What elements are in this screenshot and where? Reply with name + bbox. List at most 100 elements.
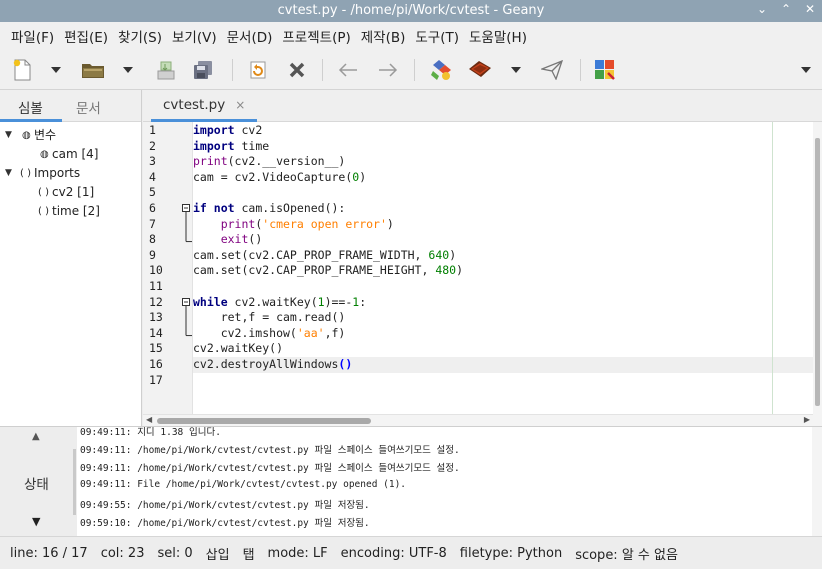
code-line[interactable]: ret,f = cam.read() — [193, 310, 346, 326]
tree-item-cam[interactable]: ◍ cam [4] — [0, 145, 141, 164]
close-window-icon[interactable]: ✕ — [804, 2, 816, 16]
send-icon[interactable] — [538, 58, 566, 82]
tab-status[interactable]: 상태 — [24, 473, 49, 493]
code-token: while — [193, 294, 228, 309]
menu-help[interactable]: 도움말(H) — [464, 26, 532, 46]
code-line[interactable]: cv2.destroyAllWindows() — [193, 357, 352, 373]
code-token: import — [193, 138, 235, 153]
line-number-gutter[interactable]: 1 2 3 4 5 6 7 8 9 10 11 12 13 14 15 16 17 — [143, 122, 193, 414]
minimize-icon[interactable]: ⌄ — [756, 2, 768, 16]
line-number: 3 — [149, 154, 156, 169]
scroll-thumb[interactable] — [815, 138, 820, 406]
code-token: cv2.imshow( — [193, 325, 297, 340]
tree-item-label: cv2 [1] — [52, 185, 95, 199]
maximize-icon[interactable]: ⌃ — [780, 2, 792, 16]
tab-scroll-up-icon[interactable]: ▲ — [32, 431, 40, 442]
code-token: not — [213, 201, 235, 215]
import-icon: ( ) — [38, 187, 49, 198]
messages-scrollbar[interactable] — [812, 427, 822, 537]
code-token: )==- — [324, 294, 353, 309]
line-number: 10 — [149, 263, 163, 278]
code-line[interactable]: cam.set(cv2.CAP_PROP_FRAME_WIDTH, 640) — [193, 248, 456, 264]
message-line[interactable]: 09:49:11: /home/pi/Work/cvtest/cvtest.py… — [80, 442, 460, 456]
status-messages[interactable]: 09:49:11: 지디 1.38 입니다. 09:49:11: /home/pi… — [77, 427, 812, 537]
line-number: 14 — [149, 325, 163, 340]
scroll-right-icon[interactable]: ▶ — [804, 415, 810, 424]
menu-search[interactable]: 찾기(S) — [113, 26, 167, 46]
compile-icon[interactable] — [428, 58, 454, 82]
code-area[interactable]: import cv2 import time print(cv2.__version… — [193, 122, 813, 414]
build-icon[interactable] — [466, 58, 494, 82]
code-line[interactable]: cv2.imshow('aa',f) — [193, 325, 346, 342]
tree-item-imports[interactable]: ▼ ( ) Imports — [0, 164, 141, 183]
menu-build[interactable]: 제작(B) — [356, 26, 411, 46]
message-line[interactable]: 09:49:11: 지디 1.38 입니다. — [80, 427, 221, 438]
open-folder-icon[interactable] — [80, 58, 106, 82]
line-number: 15 — [149, 341, 163, 356]
code-line[interactable]: cam = cv2.VideoCapture(0) — [193, 170, 366, 186]
tab-scroll-down-icon[interactable]: ▼ — [32, 515, 40, 528]
code-token: exit — [220, 232, 249, 247]
expand-arrow-icon[interactable]: ▼ — [5, 126, 12, 145]
save-icon[interactable] — [154, 58, 178, 82]
overflow-dropdown-icon[interactable] — [798, 58, 814, 82]
code-line[interactable]: import time — [193, 139, 269, 155]
document-tab-label: cvtest.py — [163, 97, 226, 113]
new-dropdown-icon[interactable] — [48, 58, 64, 82]
status-filetype: filetype: Python — [459, 545, 563, 561]
close-doc-icon[interactable] — [285, 58, 309, 82]
forward-arrow-icon[interactable] — [376, 58, 400, 82]
toolbar — [0, 50, 822, 90]
fold-toggle-icon[interactable] — [180, 295, 193, 338]
tree-item-cv2[interactable]: ( ) cv2 [1] — [0, 183, 141, 202]
message-line[interactable]: 09:59:10: /home/pi/Work/cvtest/cvtest.py… — [80, 515, 370, 529]
menu-bar: 파일(F) 편집(E) 찾기(S) 보기(V) 문서(D) 프로젝트(P) 제작… — [0, 22, 822, 50]
code-line[interactable]: while cv2.waitKey(1)==-1: — [193, 295, 366, 311]
tree-item-time[interactable]: ( ) time [2] — [0, 202, 141, 221]
code-line[interactable]: cv2.waitKey() — [193, 341, 283, 357]
menu-project[interactable]: 프로젝트(P) — [277, 26, 355, 46]
revert-icon[interactable] — [246, 58, 270, 82]
fold-toggle-icon[interactable] — [180, 201, 193, 244]
expand-arrow-icon[interactable]: ▼ — [5, 164, 12, 183]
back-arrow-icon[interactable] — [336, 58, 360, 82]
code-editor[interactable]: 1 2 3 4 5 6 7 8 9 10 11 12 13 14 15 16 17 import cv2 impo… — [143, 122, 813, 414]
menu-document[interactable]: 문서(D) — [222, 26, 278, 46]
tab-documents[interactable]: 문서 — [76, 97, 101, 117]
menu-edit[interactable]: 편집(E) — [59, 26, 113, 46]
line-number: 12 — [149, 294, 163, 309]
code-token: (cv2.__version__) — [227, 154, 346, 169]
code-line[interactable]: print('cmera open error') — [193, 217, 394, 233]
tree-item-label: Imports — [34, 166, 81, 180]
code-token: cam.isOpened(): — [234, 201, 346, 215]
tab-symbols[interactable]: 심볼 — [18, 97, 43, 117]
code-line[interactable]: cam.set(cv2.CAP_PROP_FRAME_HEIGHT, 480) — [193, 263, 463, 279]
menu-file[interactable]: 파일(F) — [6, 26, 59, 46]
code-line[interactable]: if not cam.isOpened(): — [193, 201, 345, 217]
new-file-icon[interactable] — [10, 58, 34, 82]
editor-vertical-scrollbar[interactable] — [813, 122, 822, 426]
status-scope: scope: 알 수 없음 — [575, 547, 678, 563]
color-chooser-icon[interactable] — [592, 58, 618, 82]
message-line[interactable]: 09:49:11: File /home/pi/Work/cvtest/cvte… — [80, 479, 406, 490]
message-line[interactable]: 09:49:55: /home/pi/Work/cvtest/cvtest.py… — [80, 497, 370, 511]
code-token: ) — [456, 263, 464, 278]
editor-horizontal-scrollbar[interactable]: ◀ ▶ — [143, 414, 813, 426]
scroll-thumb[interactable] — [157, 418, 371, 424]
message-line[interactable]: 09:49:11: /home/pi/Work/cvtest/cvtest.py… — [80, 460, 460, 474]
code-token: ) — [386, 216, 394, 231]
code-line[interactable]: print(cv2.__version__) — [193, 154, 345, 170]
line-number: 7 — [149, 216, 156, 231]
open-dropdown-icon[interactable] — [120, 58, 136, 82]
document-tab[interactable]: cvtest.py × — [151, 90, 257, 122]
menu-tools[interactable]: 도구(T) — [410, 26, 464, 46]
close-tab-icon[interactable]: × — [235, 98, 245, 112]
code-line[interactable]: import cv2 — [193, 123, 262, 139]
tree-item-variables[interactable]: ▼ ◍ 변수 — [0, 126, 141, 145]
code-line[interactable]: exit() — [193, 232, 263, 248]
scroll-left-icon[interactable]: ◀ — [146, 415, 152, 424]
code-token: 640 — [428, 247, 450, 262]
menu-view[interactable]: 보기(V) — [167, 26, 222, 46]
save-all-icon[interactable] — [190, 58, 216, 82]
build-dropdown-icon[interactable] — [508, 58, 524, 82]
